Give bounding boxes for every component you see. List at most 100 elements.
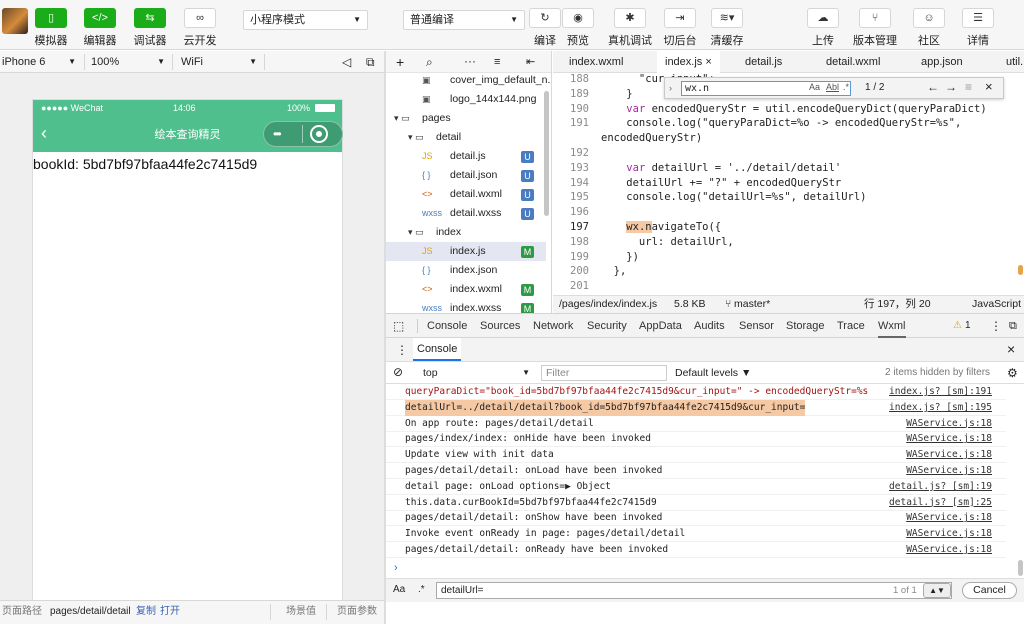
page-params-button[interactable]: 页面参数 — [337, 601, 377, 623]
console-source-link[interactable]: WAService.js:18 — [906, 447, 992, 463]
file-tree-item[interactable]: JS index.js M — [386, 242, 546, 261]
cancel-button[interactable]: Cancel — [962, 582, 1017, 599]
sort-icon[interactable]: ≡ — [494, 53, 500, 71]
devtools-tab-sensor[interactable]: Sensor — [739, 314, 774, 338]
file-tree-item[interactable]: JS detail.js U — [386, 147, 546, 166]
editor-tab[interactable]: index.wxml — [561, 51, 631, 73]
file-tree-item[interactable]: <> detail.wxml U — [386, 185, 546, 204]
more-vert-icon[interactable]: ⋮ — [990, 318, 1002, 334]
devtools-tab-storage[interactable]: Storage — [786, 314, 825, 338]
device-select[interactable]: iPhone 6 ▼ — [2, 54, 76, 70]
chevron-up-icon[interactable]: ▲ — [929, 586, 937, 595]
scene-value-button[interactable]: 场景值 — [286, 601, 316, 623]
file-tree-item[interactable]: wxss index.wxss M — [386, 299, 546, 313]
menu-icon[interactable]: ☰ — [962, 8, 994, 28]
devtools-tab-audits[interactable]: Audits — [694, 314, 725, 338]
search-icon[interactable]: ⌕ — [426, 53, 433, 71]
chat-button[interactable]: ☺ 社区 — [907, 8, 951, 48]
git-branch[interactable]: master* — [734, 296, 770, 313]
console-message[interactable]: pages/detail/detail: onShow have been in… — [386, 510, 1006, 527]
console-source-link[interactable]: index.js? [sm]:195 — [889, 400, 992, 416]
log-levels-select[interactable]: Default levels ▼ — [675, 365, 751, 381]
prompt-chevron-icon[interactable]: › — [394, 562, 398, 574]
file-tree-item[interactable]: ▾ ▭ detail — [386, 128, 546, 147]
regex-toggle[interactable]: .* — [843, 82, 849, 92]
cloud-link-icon[interactable]: ∞ — [184, 8, 216, 28]
copy-link[interactable]: 复制 — [136, 601, 156, 623]
editor-tab[interactable]: app.json — [913, 51, 971, 73]
console-source-link[interactable]: WAService.js:18 — [906, 463, 992, 479]
模拟器-button[interactable]: ▯ 模拟器 — [29, 8, 73, 48]
gear-icon[interactable]: ⚙ — [1007, 365, 1018, 381]
console-message[interactable]: detailUrl=../detail/detail?book_id=5bd7b… — [386, 399, 1006, 416]
network-select[interactable]: WiFi ▼ — [181, 54, 257, 70]
云开发-button[interactable]: ∞ 云开发 — [178, 8, 222, 48]
console-message[interactable]: Invoke event onReady in page: pages/deta… — [386, 526, 1006, 543]
zoom-select[interactable]: 100% ▼ — [91, 54, 165, 70]
phone-icon[interactable]: ▯ — [35, 8, 67, 28]
upload-icon[interactable]: ☁ — [807, 8, 839, 28]
bug-action-button[interactable]: ✱ 真机调试 — [608, 8, 652, 48]
console-message[interactable]: Update view with init data WAService.js:1… — [386, 447, 1006, 464]
selection-icon[interactable]: ≡ — [965, 80, 972, 94]
devtools-tab-console[interactable]: Console — [427, 314, 467, 338]
next-match-icon[interactable]: → — [945, 80, 957, 94]
menu-button[interactable]: ☰ 详情 — [956, 8, 1000, 48]
调试器-button[interactable]: ⇆ 调试器 — [128, 8, 172, 48]
branch-icon[interactable]: ⑂ — [859, 8, 891, 28]
file-tree-item[interactable]: ▣ logo_144x144.png — [386, 90, 546, 109]
console-source-link[interactable]: detail.js? [sm]:25 — [889, 495, 992, 511]
console-source-link[interactable]: WAService.js:18 — [906, 510, 992, 526]
code-icon[interactable]: </> — [84, 8, 116, 28]
layers-icon[interactable]: ≋▾ — [711, 8, 743, 28]
clear-console-icon[interactable]: ⊘ — [393, 365, 403, 380]
mini-program-capsule[interactable]: ••• — [263, 121, 343, 147]
devtools-tab-security[interactable]: Security — [587, 314, 627, 338]
close-icon[interactable]: × — [1007, 340, 1015, 358]
eye-icon[interactable]: ◉ — [562, 8, 594, 28]
more-icon[interactable]: ··· — [464, 52, 476, 70]
console-message[interactable]: pages/detail/detail: onReady have been i… — [386, 542, 1006, 558]
console-scrollbar[interactable] — [1018, 560, 1023, 576]
upload-button[interactable]: ☁ 上传 — [801, 8, 845, 48]
dock-icon[interactable]: ⧉ — [1009, 318, 1017, 334]
file-tree-item[interactable]: ▾ ▭ index — [386, 223, 546, 242]
more-vert-icon[interactable]: ⋮ — [396, 342, 408, 358]
console-source-link[interactable]: WAService.js:18 — [906, 431, 992, 447]
file-tree-item[interactable]: ▣ cover_img_default_n... — [386, 71, 551, 90]
file-tree-item[interactable]: ▾ ▭ pages — [386, 109, 546, 128]
console-message[interactable]: On app route: pages/detail/detail WAServi… — [386, 416, 1006, 432]
switch-icon[interactable]: ⇥ — [664, 8, 696, 28]
chevron-down-icon[interactable]: ▼ — [937, 586, 945, 595]
console-drawer-tab[interactable]: Console — [413, 338, 462, 361]
file-tree-item[interactable]: wxss detail.wxss U — [386, 204, 546, 223]
window-icon[interactable]: ⧉ — [366, 54, 375, 70]
file-tree-item[interactable]: { } index.json — [386, 261, 546, 280]
console-message[interactable]: this.data.curBookId=5bd7bf97bfaa44fe2c74… — [386, 495, 1006, 511]
speaker-icon[interactable]: ◁ — [342, 54, 351, 70]
close-icon[interactable]: × — [985, 79, 993, 94]
console-search-input[interactable]: detailUrl= — [436, 582, 952, 599]
console-source-link[interactable]: WAService.js:18 — [906, 542, 992, 558]
match-case-toggle[interactable]: Aa — [393, 584, 405, 595]
editor-tab[interactable]: util... — [998, 51, 1024, 73]
switch-action-button[interactable]: ⇥ 切后台 — [658, 8, 702, 48]
mode-select[interactable]: 小程序模式 ▼ — [243, 10, 368, 30]
close-icon[interactable]: × — [702, 56, 711, 68]
devtools-tab-wxml[interactable]: Wxml — [878, 314, 906, 338]
devtools-tab-trace[interactable]: Trace — [837, 314, 865, 338]
编辑器-button[interactable]: </> 编辑器 — [78, 8, 122, 48]
editor-tab[interactable]: index.js × — [657, 51, 720, 73]
search-nav-buttons[interactable]: ▲▼ — [923, 583, 951, 598]
language-mode[interactable]: JavaScript — [972, 296, 1021, 313]
file-tree-item[interactable]: <> index.wxml M — [386, 280, 546, 299]
context-select[interactable]: top ▼ — [417, 365, 532, 381]
compile-select[interactable]: 普通编译 ▼ — [403, 10, 525, 30]
chat-icon[interactable]: ☺ — [913, 8, 945, 28]
regex-toggle[interactable]: .* — [418, 584, 425, 595]
devtools-tab-network[interactable]: Network — [533, 314, 573, 338]
file-tree-item[interactable]: { } detail.json U — [386, 166, 546, 185]
previous-match-icon[interactable]: ← — [927, 80, 939, 94]
close-capsule-icon[interactable] — [310, 125, 328, 143]
add-icon[interactable]: + — [396, 53, 404, 71]
